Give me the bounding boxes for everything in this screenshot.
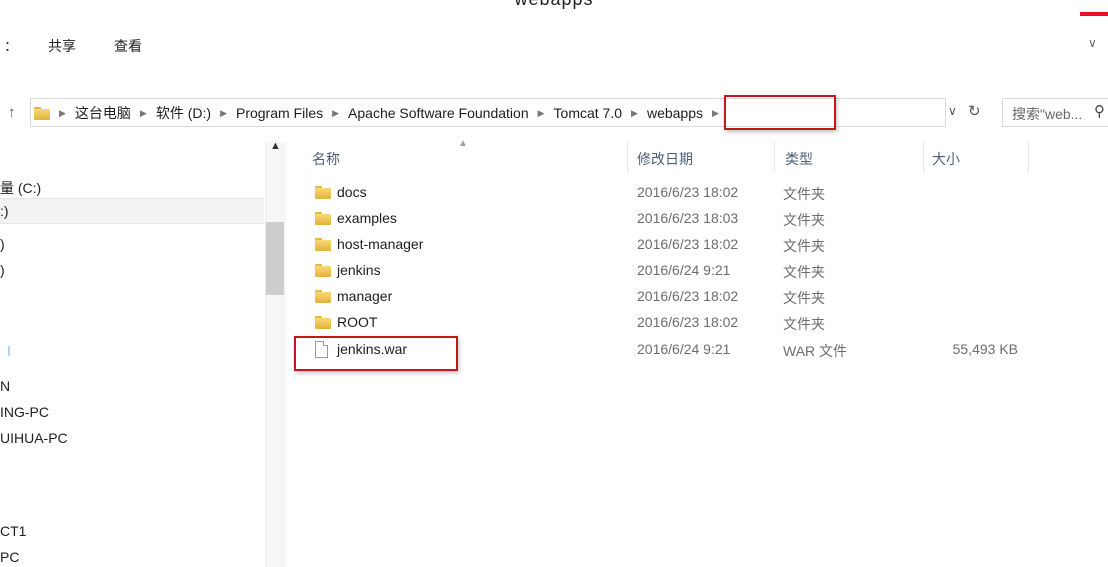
chevron-right-icon[interactable]: ▶ (220, 108, 227, 119)
chevron-right-icon[interactable]: ▶ (140, 108, 147, 119)
window-title: webapps (0, 0, 1108, 10)
column-header-name[interactable]: 名称 (312, 149, 340, 169)
nav-scrollbar[interactable] (265, 142, 286, 567)
nav-scrollbar-thumb[interactable] (266, 222, 284, 295)
chevron-right-icon[interactable]: ▶ (59, 108, 66, 119)
column-divider[interactable] (923, 142, 924, 172)
nav-marker (8, 346, 10, 356)
column-divider[interactable] (1028, 142, 1029, 172)
scroll-up-icon[interactable]: ▲ (270, 140, 281, 152)
chevron-right-icon[interactable]: ▶ (631, 108, 638, 119)
file-name[interactable]: host-manager (337, 236, 423, 252)
breadcrumb: ▶ 这台电脑 ▶ 软件 (D:) ▶ Program Files ▶ Apach… (34, 103, 728, 123)
file-date: 2016/6/23 18:02 (637, 314, 739, 330)
address-dropdown-icon[interactable]: ∨ (948, 104, 957, 118)
file-date: 2016/6/23 18:02 (637, 184, 739, 200)
nav-item-drive-d[interactable]: :) (0, 203, 9, 219)
chevron-right-icon[interactable]: ▶ (332, 108, 339, 119)
column-header-date[interactable]: 修改日期 (637, 149, 693, 169)
nav-item-drive-f[interactable]: ) (0, 262, 5, 278)
column-header-size[interactable]: 大小 (932, 149, 960, 169)
file-name[interactable]: examples (337, 210, 397, 226)
column-divider[interactable] (774, 142, 775, 172)
file-name[interactable]: docs (337, 184, 367, 200)
file-type: 文件夹 (783, 212, 825, 228)
folder-icon (315, 316, 331, 332)
file-name[interactable]: jenkins (337, 262, 381, 278)
file-name[interactable]: manager (337, 288, 392, 304)
folder-icon (315, 264, 331, 280)
highlight-box-jenkins-war (294, 336, 458, 371)
breadcrumb-drive-d[interactable]: 软件 (D:) (156, 103, 211, 123)
breadcrumb-tomcat[interactable]: Tomcat 7.0 (554, 105, 622, 121)
nav-item-pc-1[interactable]: ING-PC (0, 404, 49, 420)
file-type: 文件夹 (783, 186, 825, 202)
file-type: WAR 文件 (783, 343, 848, 359)
file-type: 文件夹 (783, 290, 825, 306)
file-date: 2016/6/23 18:02 (637, 236, 739, 252)
folder-icon (34, 106, 50, 120)
menu-item-clipped[interactable]: ： (4, 36, 18, 56)
up-arrow-icon[interactable]: ↑ (8, 104, 16, 121)
search-placeholder: 搜索"web... (1012, 106, 1083, 122)
column-divider[interactable] (627, 142, 628, 172)
nav-item-pc-3[interactable]: CT1 (0, 523, 26, 539)
file-date: 2016/6/24 9:21 (637, 341, 731, 357)
file-date: 2016/6/23 18:02 (637, 288, 739, 304)
file-type: 文件夹 (783, 264, 825, 280)
folder-icon (315, 238, 331, 254)
highlight-box-webapps (724, 95, 836, 130)
refresh-icon[interactable]: ↻ (968, 102, 981, 120)
file-date: 2016/6/24 9:21 (637, 262, 731, 278)
breadcrumb-apache[interactable]: Apache Software Foundation (348, 105, 529, 121)
breadcrumb-this-pc[interactable]: 这台电脑 (75, 103, 131, 123)
nav-item-drive-e[interactable]: ) (0, 236, 5, 252)
breadcrumb-program-files[interactable]: Program Files (236, 105, 323, 121)
sort-ascending-icon: ▲ (458, 138, 468, 149)
menu-item-share[interactable]: 共享 (48, 36, 76, 56)
nav-item-network[interactable]: N (0, 378, 10, 394)
file-size: 55,493 KB (952, 341, 1018, 357)
file-name[interactable]: ROOT (337, 314, 377, 330)
folder-icon (315, 290, 331, 306)
nav-item-drive-c[interactable]: 量 (C:) (0, 178, 41, 198)
file-type: 文件夹 (783, 316, 825, 332)
column-header-type[interactable]: 类型 (785, 149, 813, 169)
menu-item-view[interactable]: 查看 (114, 36, 142, 56)
close-button-edge[interactable] (1080, 12, 1108, 16)
nav-item-pc-2[interactable]: UIHUA-PC (0, 430, 68, 446)
breadcrumb-webapps[interactable]: webapps (647, 105, 703, 121)
file-date: 2016/6/23 18:03 (637, 210, 739, 226)
nav-selected-row[interactable] (0, 198, 264, 224)
chevron-right-icon[interactable]: ▶ (712, 108, 719, 119)
chevron-right-icon[interactable]: ▶ (538, 108, 545, 119)
folder-icon (315, 186, 331, 202)
ribbon-toggle-icon[interactable]: ∨ (1088, 36, 1097, 50)
file-type: 文件夹 (783, 238, 825, 254)
search-icon[interactable]: ⚲ (1094, 102, 1105, 120)
nav-item-pc-4[interactable]: PC (0, 549, 19, 565)
folder-icon (315, 212, 331, 228)
